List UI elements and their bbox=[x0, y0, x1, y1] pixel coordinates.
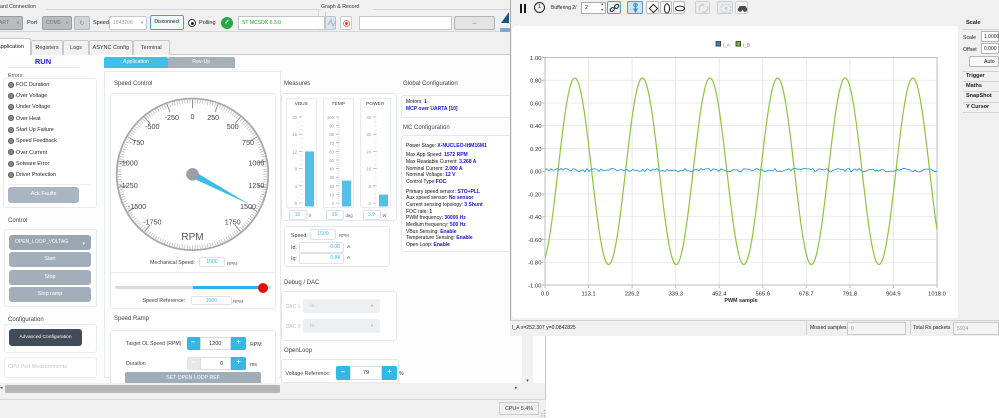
svg-text:0.0: 0.0 bbox=[541, 292, 549, 298]
svg-text:16: 16 bbox=[366, 167, 371, 172]
svg-text:-0.60: -0.60 bbox=[528, 238, 542, 244]
svg-text:40: 40 bbox=[329, 167, 334, 172]
svg-text:-750: -750 bbox=[130, 138, 144, 147]
svg-text:-0.40: -0.40 bbox=[528, 215, 542, 221]
svg-text:452.4: 452.4 bbox=[712, 292, 727, 298]
svg-text:80: 80 bbox=[329, 132, 334, 137]
svg-text:-250: -250 bbox=[165, 113, 179, 122]
svg-text:500: 500 bbox=[227, 122, 239, 131]
svg-text:-1.00: -1.00 bbox=[528, 283, 542, 289]
svg-text:226.2: 226.2 bbox=[625, 292, 640, 298]
svg-text:1018.0: 1018.0 bbox=[928, 292, 946, 298]
svg-text:-1750: -1750 bbox=[143, 218, 161, 227]
svg-text:0: 0 bbox=[294, 201, 297, 206]
svg-text:0.60: 0.60 bbox=[530, 101, 542, 107]
svg-text:0: 0 bbox=[368, 201, 371, 206]
svg-text:565.6: 565.6 bbox=[756, 292, 771, 298]
svg-text:1.00: 1.00 bbox=[530, 56, 542, 62]
svg-text:60: 60 bbox=[329, 149, 334, 154]
svg-text:0.80: 0.80 bbox=[530, 79, 542, 85]
svg-text:-0.20: -0.20 bbox=[528, 192, 542, 198]
svg-text:0: 0 bbox=[191, 112, 195, 121]
svg-text:791.8: 791.8 bbox=[843, 292, 858, 298]
svg-text:32: 32 bbox=[366, 132, 371, 137]
svg-text:16: 16 bbox=[292, 132, 297, 137]
svg-text:PWM sample: PWM sample bbox=[724, 298, 757, 304]
svg-text:4: 4 bbox=[294, 184, 297, 189]
svg-text:904.9: 904.9 bbox=[886, 292, 901, 298]
svg-text:24: 24 bbox=[366, 149, 371, 154]
svg-text:113.1: 113.1 bbox=[582, 292, 596, 298]
svg-text:0.00: 0.00 bbox=[530, 170, 542, 176]
svg-text:RPM: RPM bbox=[181, 232, 203, 243]
svg-text:1500: 1500 bbox=[240, 202, 256, 211]
svg-text:20: 20 bbox=[329, 184, 334, 189]
svg-text:70: 70 bbox=[329, 141, 334, 146]
svg-text:90: 90 bbox=[329, 124, 334, 129]
svg-text:1750: 1750 bbox=[225, 218, 241, 227]
svg-text:-1500: -1500 bbox=[128, 202, 146, 211]
svg-text:12: 12 bbox=[292, 149, 297, 154]
svg-text:-500: -500 bbox=[145, 122, 159, 131]
svg-text:100: 100 bbox=[327, 115, 335, 120]
svg-text:40: 40 bbox=[366, 115, 371, 120]
svg-text:20: 20 bbox=[292, 115, 297, 120]
svg-text:I_B: I_B bbox=[743, 43, 750, 48]
svg-text:1000: 1000 bbox=[248, 159, 264, 168]
svg-text:-1250: -1250 bbox=[119, 181, 137, 190]
svg-text:0.40: 0.40 bbox=[530, 124, 542, 130]
svg-text:0.20: 0.20 bbox=[530, 147, 542, 153]
svg-text:8: 8 bbox=[294, 167, 297, 172]
svg-text:8: 8 bbox=[368, 184, 371, 189]
svg-text:30: 30 bbox=[329, 175, 334, 180]
svg-text:339.3: 339.3 bbox=[668, 292, 683, 298]
svg-text:750: 750 bbox=[242, 138, 254, 147]
svg-text:I_A: I_A bbox=[723, 43, 731, 48]
svg-text:678.7: 678.7 bbox=[799, 292, 814, 298]
svg-text:250: 250 bbox=[207, 113, 219, 122]
svg-text:1250: 1250 bbox=[248, 181, 264, 190]
svg-text:50: 50 bbox=[329, 158, 334, 163]
svg-text:0: 0 bbox=[331, 201, 334, 206]
svg-text:-1000: -1000 bbox=[119, 159, 137, 168]
svg-text:-0.80: -0.80 bbox=[528, 261, 542, 267]
svg-text:10: 10 bbox=[329, 192, 334, 197]
